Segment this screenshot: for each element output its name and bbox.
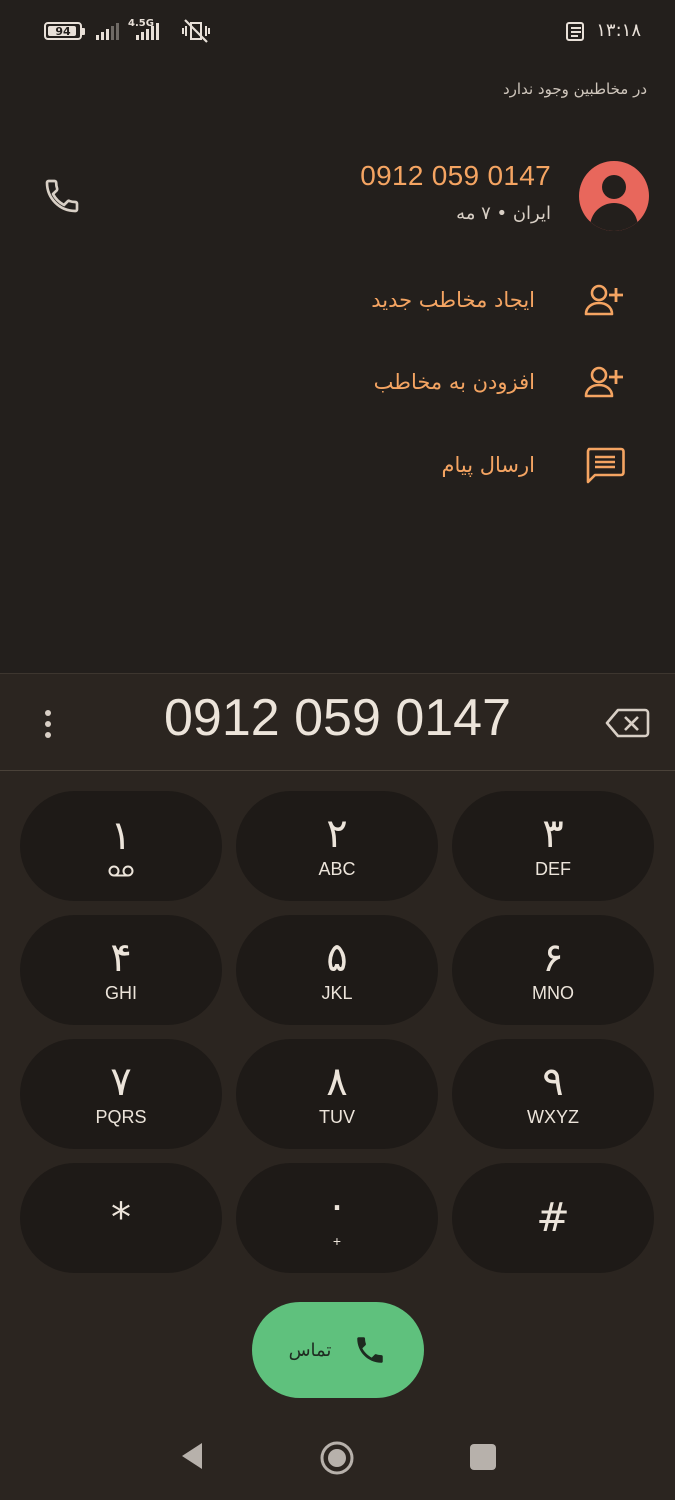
back-icon[interactable] bbox=[178, 1440, 206, 1472]
key-3[interactable]: ۳ DEF bbox=[452, 791, 654, 901]
phone-call-icon[interactable] bbox=[42, 176, 82, 216]
phone-icon bbox=[357, 1337, 384, 1363]
call-button-label: تماس bbox=[288, 1339, 332, 1361]
vibrate-mute-icon bbox=[182, 19, 210, 43]
key-digit: ۲ bbox=[326, 811, 348, 857]
key-1[interactable]: ۱ bbox=[20, 791, 222, 901]
key-digit: ۴ bbox=[110, 935, 132, 981]
key-letters: TUV bbox=[319, 1107, 355, 1127]
key-digit: ۳ bbox=[542, 811, 564, 857]
key-digit: ۵ bbox=[326, 935, 348, 981]
key-digit: * bbox=[111, 1195, 131, 1241]
person-add-icon bbox=[584, 366, 623, 398]
key-7[interactable]: ۷ PQRS bbox=[20, 1039, 222, 1149]
not-in-contacts-label: در مخاطبین وجود ندارد bbox=[502, 80, 647, 98]
key-0[interactable]: ۰ + bbox=[236, 1163, 438, 1273]
status-bar: 94 4.5G ۱۳:۱۸ bbox=[0, 0, 675, 62]
notification-icon bbox=[566, 22, 584, 41]
voicemail-icon bbox=[108, 865, 134, 877]
avatar bbox=[579, 161, 649, 231]
key-digit: ۹ bbox=[542, 1059, 564, 1105]
key-letters: MNO bbox=[532, 983, 574, 1003]
key-letters: JKL bbox=[321, 983, 353, 1003]
send-message-label: ارسال پیام bbox=[441, 453, 536, 477]
key-letters: PQRS bbox=[95, 1107, 147, 1127]
digits-row: 0912 059 0147 bbox=[0, 674, 675, 771]
key-digit: ۰ bbox=[326, 1183, 348, 1229]
send-message-button[interactable]: ارسال پیام bbox=[442, 445, 628, 485]
key-digit: ۷ bbox=[110, 1059, 132, 1105]
key-digit: ۶ bbox=[542, 935, 564, 981]
key-letters: WXYZ bbox=[527, 1107, 579, 1127]
key-digit: ۸ bbox=[326, 1059, 348, 1105]
contact-location-date: ایران • ۷ مه bbox=[456, 203, 551, 224]
signal-strength-icon bbox=[96, 22, 119, 40]
status-time: ۱۳:۱۸ bbox=[596, 20, 641, 41]
person-add-icon bbox=[584, 284, 623, 316]
key-6[interactable]: ۶ MNO bbox=[452, 915, 654, 1025]
add-to-contact-button[interactable]: افزودن به مخاطب bbox=[374, 362, 627, 402]
dialed-digits[interactable]: 0912 059 0147 bbox=[0, 688, 675, 748]
key-letters: + bbox=[332, 1233, 342, 1249]
navigation-bar bbox=[0, 1420, 675, 1500]
key-digit: # bbox=[536, 1195, 570, 1241]
add-to-contact-label: افزودن به مخاطب bbox=[373, 370, 535, 394]
key-letters: DEF bbox=[535, 859, 571, 879]
recents-icon[interactable] bbox=[470, 1444, 496, 1470]
key-letters: ABC bbox=[318, 859, 356, 879]
create-new-contact-button[interactable]: ایجاد مخاطب جدید bbox=[371, 280, 627, 320]
key-8[interactable]: ۸ TUV bbox=[236, 1039, 438, 1149]
key-5[interactable]: ۵ JKL bbox=[236, 915, 438, 1025]
create-new-contact-label: ایجاد مخاطب جدید bbox=[371, 288, 535, 312]
contact-phone-number[interactable]: 0912 059 0147 bbox=[360, 160, 551, 192]
key-4[interactable]: ۴ GHI bbox=[20, 915, 222, 1025]
key-9[interactable]: ۹ WXYZ bbox=[452, 1039, 654, 1149]
signal-strength-2-icon bbox=[136, 22, 159, 40]
backspace-icon[interactable] bbox=[604, 706, 650, 740]
battery-icon: 94 bbox=[44, 22, 85, 40]
battery-level: 94 bbox=[55, 24, 71, 38]
message-icon bbox=[586, 447, 625, 484]
home-icon[interactable] bbox=[319, 1440, 355, 1476]
key-digit: ۱ bbox=[110, 813, 132, 859]
key-star[interactable]: * bbox=[20, 1163, 222, 1273]
call-button[interactable]: تماس bbox=[252, 1302, 424, 1398]
key-hash[interactable]: # bbox=[452, 1163, 654, 1273]
key-2[interactable]: ۲ ABC bbox=[236, 791, 438, 901]
key-letters: GHI bbox=[104, 983, 137, 1003]
